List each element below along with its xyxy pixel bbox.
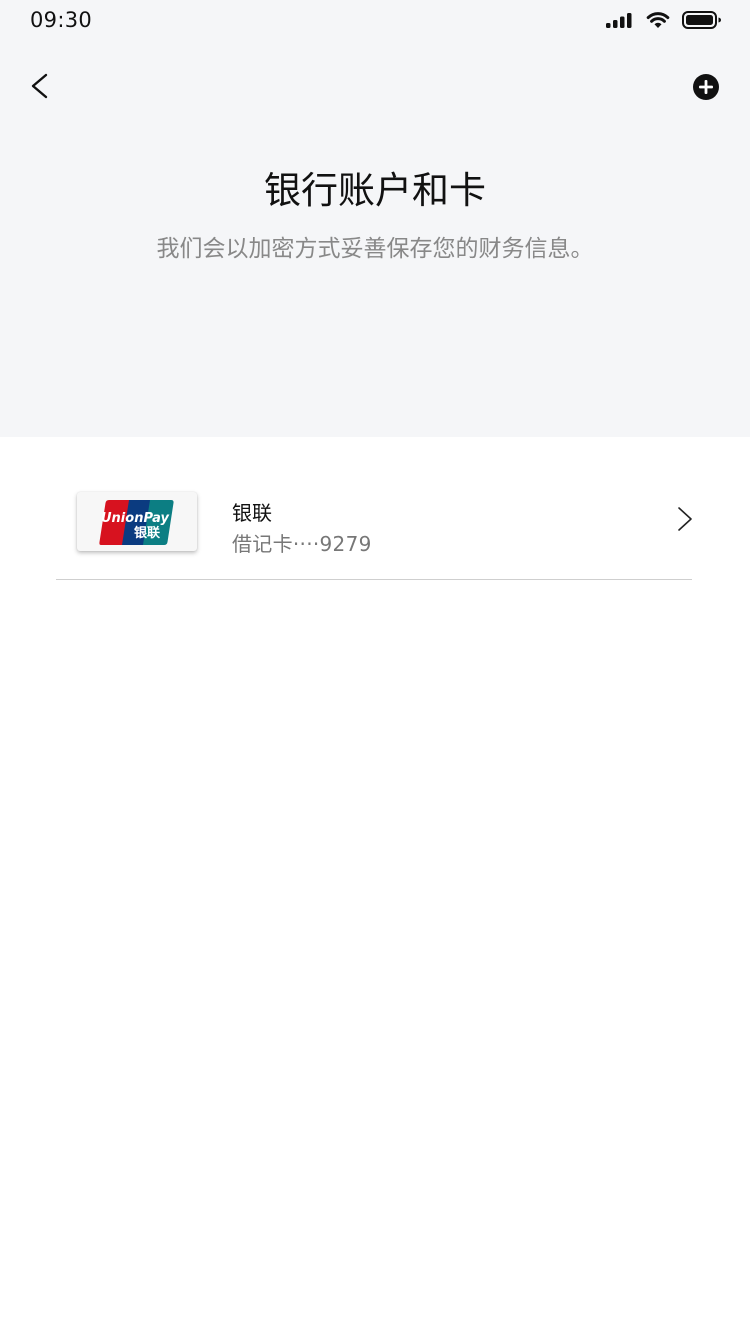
unionpay-logo: UnionPay 银联 (99, 500, 174, 545)
header-section: 09:30 银行账户和卡 我们会以加密方式妥善保存您的财务信息。 (0, 0, 750, 437)
battery-icon (682, 11, 721, 29)
status-icons (606, 9, 722, 31)
page-title: 银行账户和卡 (264, 169, 486, 212)
unionpay-logo-text-cn: 银联 (134, 525, 160, 541)
status-time: 09:30 (30, 8, 93, 32)
card-logo-box: UnionPay 银联 (77, 492, 197, 551)
card-name: 银联 (232, 501, 272, 525)
card-description: 借记卡····9279 (232, 532, 372, 556)
bank-card-item[interactable]: UnionPay 银联 银联 借记卡····9279 (56, 475, 692, 580)
unionpay-logo-text-en: UnionPay (101, 511, 170, 526)
status-bar: 09:30 (0, 0, 750, 44)
chevron-right-icon (678, 507, 692, 531)
back-button[interactable] (22, 68, 58, 104)
signal-icon (606, 13, 632, 28)
add-card-button[interactable] (692, 73, 720, 101)
chevron-left-icon (31, 73, 48, 99)
wifi-icon (646, 11, 670, 28)
page-subtitle: 我们会以加密方式妥善保存您的财务信息。 (156, 236, 594, 262)
plus-circle-icon (693, 74, 719, 100)
